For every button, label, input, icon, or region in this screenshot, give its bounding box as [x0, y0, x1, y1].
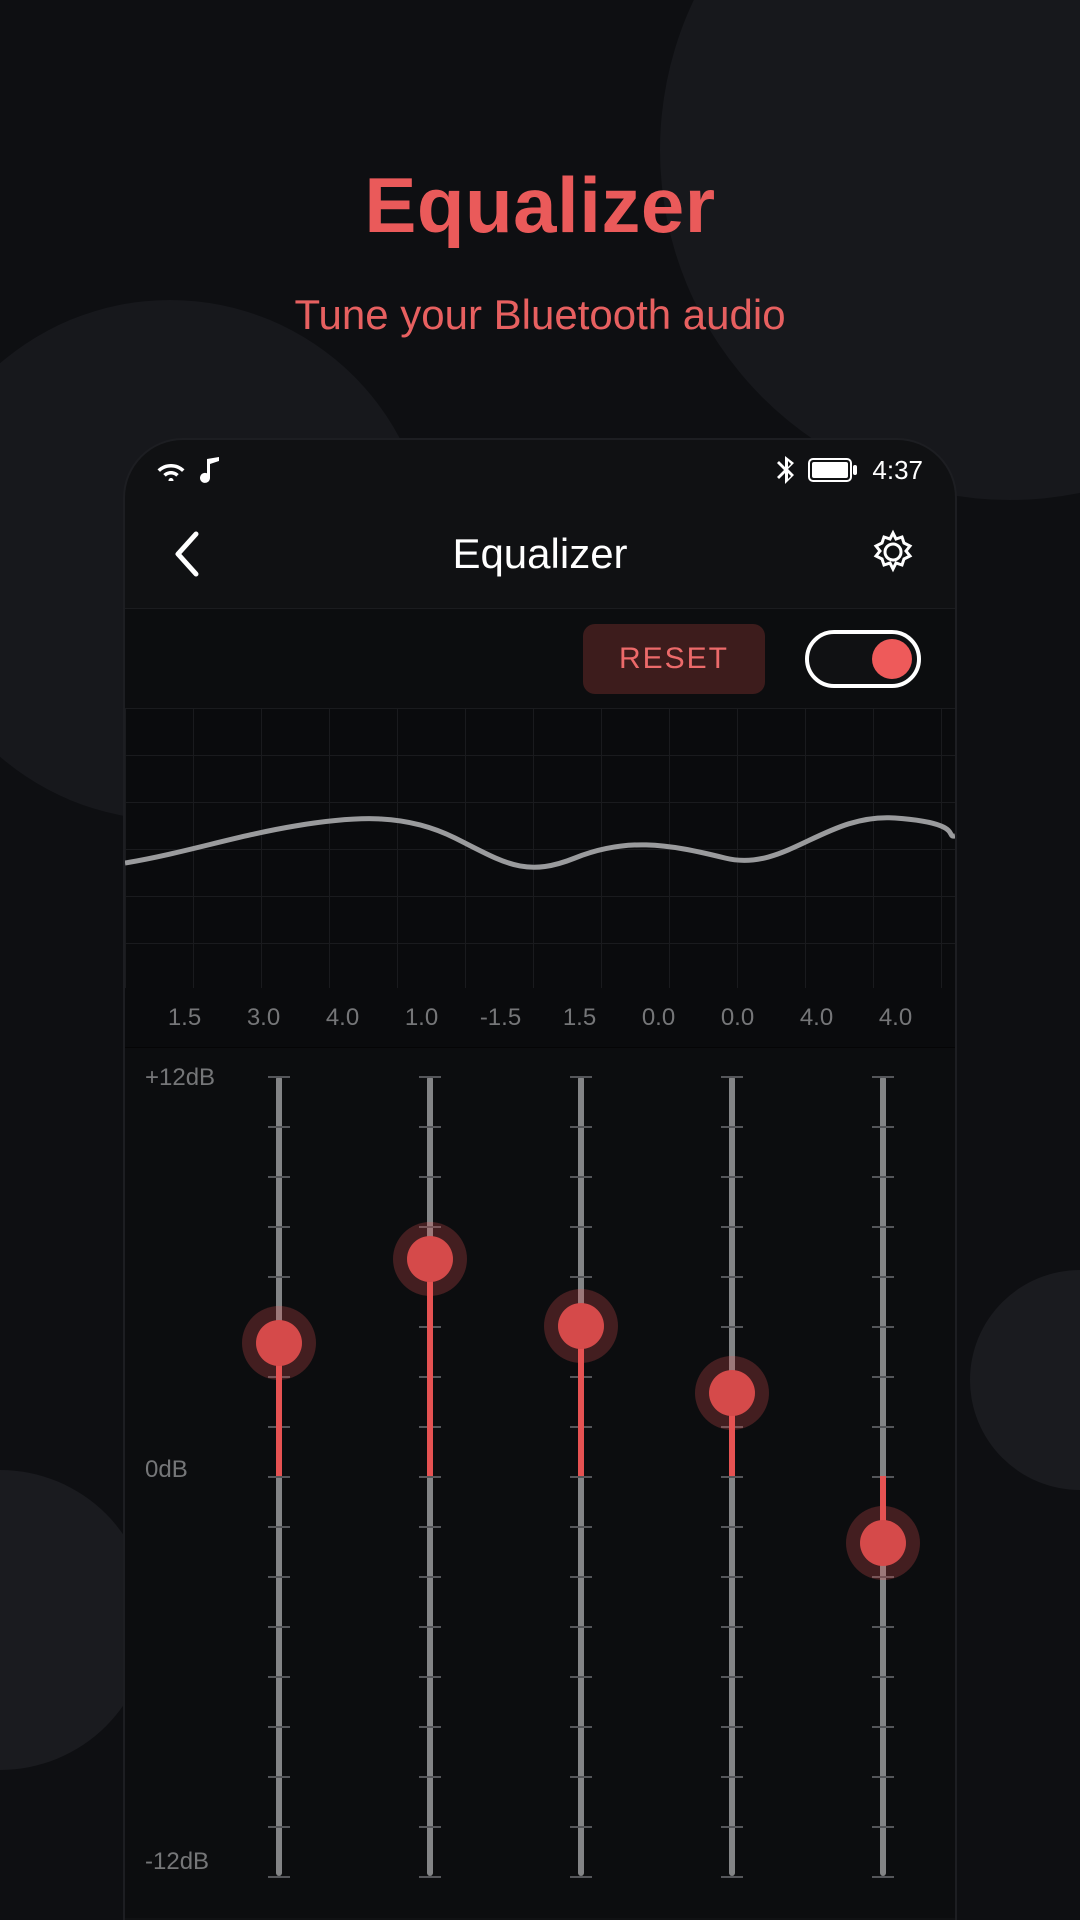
- band-value: 4.0: [856, 988, 935, 1047]
- back-button[interactable]: [159, 526, 215, 582]
- slider-thumb[interactable]: [860, 1520, 906, 1566]
- music-note-icon: [199, 457, 221, 483]
- gear-icon: [870, 529, 916, 580]
- band-value: 3.0: [224, 988, 303, 1047]
- toggle-knob: [872, 639, 912, 679]
- slider-thumb[interactable]: [407, 1236, 453, 1282]
- db-zero-label: 0dB: [145, 1456, 188, 1484]
- band-value: 4.0: [777, 988, 856, 1047]
- settings-button[interactable]: [865, 526, 921, 582]
- db-max-label: +12dB: [145, 1064, 215, 1092]
- band-value: 1.0: [382, 988, 461, 1047]
- eq-toggle[interactable]: [805, 630, 921, 688]
- band-value: 4.0: [303, 988, 382, 1047]
- hero: Equalizer Tune your Bluetooth audio: [0, 0, 1080, 339]
- eq-slider[interactable]: [404, 1066, 456, 1886]
- band-values-row: 1.53.04.01.0-1.51.50.00.04.04.0: [125, 988, 955, 1048]
- slider-ticks: [555, 1076, 607, 1876]
- band-value: 0.0: [619, 988, 698, 1047]
- background-blob: [970, 1270, 1080, 1490]
- db-min-label: -12dB: [145, 1848, 209, 1876]
- slider-thumb[interactable]: [709, 1370, 755, 1416]
- sliders-area: +12dB 0dB -12dB: [125, 1048, 955, 1918]
- band-value: 1.5: [540, 988, 619, 1047]
- controls-row: RESET: [125, 608, 955, 708]
- eq-slider[interactable]: [857, 1066, 909, 1886]
- eq-slider[interactable]: [706, 1066, 758, 1886]
- phone-mock: 4:37 Equalizer RESET 1.53.04.01.0-1.51.5…: [125, 440, 955, 1920]
- slider-ticks: [706, 1076, 758, 1876]
- wifi-icon: [157, 459, 185, 481]
- slider-ticks: [253, 1076, 305, 1876]
- slider-thumb[interactable]: [558, 1303, 604, 1349]
- eq-curve-graph: [125, 708, 955, 988]
- reset-button[interactable]: RESET: [583, 624, 765, 694]
- slider-ticks: [404, 1076, 456, 1876]
- db-scale-labels: +12dB 0dB -12dB: [145, 1048, 245, 1918]
- bluetooth-icon: [776, 456, 794, 484]
- band-value: -1.5: [461, 988, 540, 1047]
- slider-thumb[interactable]: [256, 1320, 302, 1366]
- hero-subtitle: Tune your Bluetooth audio: [0, 291, 1080, 339]
- battery-icon: [808, 458, 858, 482]
- band-value: 1.5: [145, 988, 224, 1047]
- status-time: 4:37: [872, 455, 923, 486]
- app-header: Equalizer: [125, 500, 955, 608]
- band-value: 0.0: [698, 988, 777, 1047]
- eq-slider[interactable]: [253, 1066, 305, 1886]
- hero-title: Equalizer: [0, 160, 1080, 251]
- status-bar: 4:37: [125, 440, 955, 500]
- screen-title: Equalizer: [452, 530, 627, 578]
- eq-slider[interactable]: [555, 1066, 607, 1886]
